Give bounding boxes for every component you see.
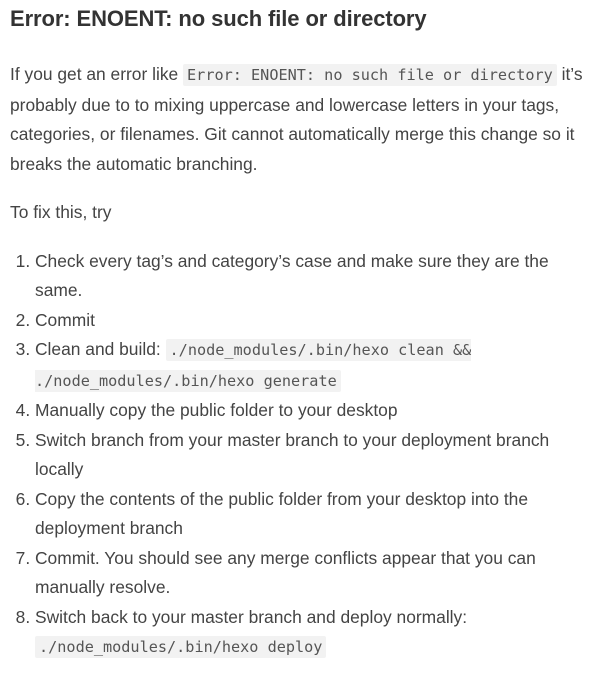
intro-paragraph: If you get an error like Error: ENOENT: … <box>10 60 598 179</box>
steps-list: Check every tag’s and category’s case an… <box>10 247 598 663</box>
section-heading: Error: ENOENT: no such file or directory <box>10 6 427 31</box>
step-text: Clean and build: <box>35 339 166 359</box>
step-text: Commit <box>35 309 95 330</box>
list-item-step-7: Commit. You should see any merge conflic… <box>35 544 598 603</box>
list-item-step-8: Switch back to your master branch and de… <box>35 603 598 663</box>
list-item-step-6: Copy the contents of the public folder f… <box>35 485 598 544</box>
step-text: Copy the contents of the public folder f… <box>35 488 529 539</box>
error-inline-code: Error: ENOENT: no such file or directory <box>183 64 557 86</box>
step-text: Switch back to your master branch and de… <box>35 606 468 627</box>
list-item-step-1: Check every tag’s and category’s case an… <box>35 247 598 306</box>
step-text: Check every tag’s and category’s case an… <box>35 250 549 301</box>
step-text: Manually copy the public folder to your … <box>35 400 398 420</box>
list-item-step-3: Clean and build: ./node_modules/.bin/hex… <box>35 335 598 396</box>
step-text: Switch branch from your master branch to… <box>35 429 550 480</box>
list-item-step-2: Commit <box>35 306 598 336</box>
intro-text-before: If you get an error like <box>10 64 184 84</box>
list-item-step-5: Switch branch from your master branch to… <box>35 426 598 485</box>
article-section: Error: ENOENT: no such file or directory… <box>0 0 608 678</box>
step-text: Commit. You should see any merge conflic… <box>35 547 536 598</box>
list-item-step-4: Manually copy the public folder to your … <box>35 396 598 426</box>
fix-intro-paragraph: To fix this, try <box>10 202 112 222</box>
deploy-command-code: ./node_modules/.bin/hexo deploy <box>35 636 327 658</box>
